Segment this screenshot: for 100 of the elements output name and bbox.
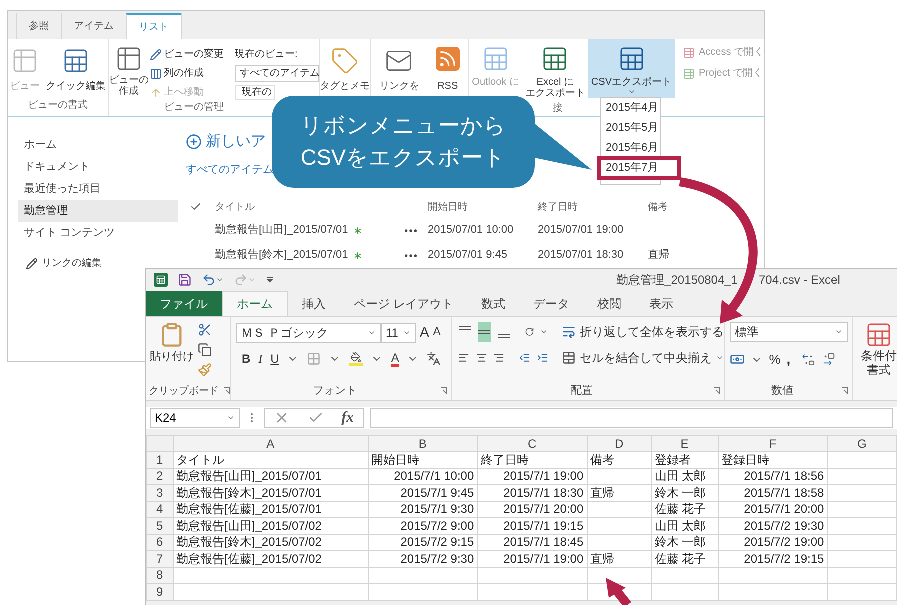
cell[interactable]: 備考 [587, 452, 652, 468]
ribbon-button[interactable]: タグとメモ [320, 47, 370, 94]
cell[interactable]: 勤怠報告[山田]_2015/07/01 [173, 468, 368, 484]
column-header[interactable]: F [718, 436, 828, 452]
column-header[interactable]: G [828, 436, 896, 452]
cell[interactable]: 勤怠報告[鈴木]_2015/07/01 [173, 484, 368, 501]
ribbon-tab[interactable]: 挿入 [288, 291, 340, 316]
edit-links-link[interactable]: リンクの編集 [18, 256, 102, 271]
menu-item[interactable]: 2015年6月 [601, 140, 660, 156]
cell[interactable]: 山田 太郎 [651, 518, 718, 534]
cell[interactable]: 2015/7/1 20:00 [718, 501, 828, 518]
cell[interactable]: 2015/7/2 9:30 [368, 550, 478, 567]
cell[interactable]: 終了日時 [478, 452, 588, 468]
orientation-icon[interactable] [524, 325, 534, 339]
align-right-icon[interactable] [493, 351, 505, 365]
font-name-field[interactable]: ＭＳ Ｐゴシック [236, 322, 381, 342]
decrease-decimal-icon[interactable] [822, 353, 837, 366]
caret-icon[interactable] [216, 276, 224, 284]
cell[interactable]: 2015/7/1 18:56 [718, 468, 828, 484]
cell[interactable]: 勤怠報告[佐藤]_2015/07/02 [173, 550, 368, 567]
percent-button[interactable]: % [769, 350, 781, 370]
cell[interactable]: 山田 太郎 [651, 468, 718, 484]
cell[interactable]: 佐藤 花子 [651, 501, 718, 518]
cell[interactable]: 2015/7/2 19:15 [718, 550, 828, 567]
ribbon-button[interactable]: ビューの変更 [150, 47, 232, 62]
decrease-indent-icon[interactable] [518, 351, 531, 365]
currency-icon[interactable] [730, 352, 746, 367]
cell[interactable]: 勤怠報告[山田]_2015/07/02 [173, 518, 368, 534]
row-header[interactable]: 3 [146, 484, 174, 501]
ribbon-tab[interactable]: ホーム [222, 291, 288, 316]
font-size-field[interactable]: 11 [381, 322, 416, 342]
column-header[interactable]: E [651, 436, 718, 452]
cell[interactable]: 2015/7/1 18:58 [718, 484, 828, 501]
ribbon-tab[interactable]: リスト [126, 13, 182, 39]
cell[interactable]: 2015/7/1 9:45 [368, 484, 478, 501]
cell[interactable]: 直帰 [587, 484, 652, 501]
cell[interactable]: 直帰 [587, 550, 652, 567]
nav-item[interactable]: 最近使った項目 [18, 178, 178, 200]
cell[interactable]: 登録日時 [718, 452, 828, 468]
row-header[interactable]: 1 [146, 452, 174, 468]
row-header[interactable]: 6 [146, 534, 174, 550]
phonetic-guide-icon[interactable] [427, 352, 442, 366]
align-button[interactable] [478, 322, 492, 342]
column-header[interactable]: A [173, 436, 368, 452]
underline-button[interactable]: U [270, 350, 280, 368]
cell[interactable]: 佐藤 花子 [651, 550, 718, 567]
ribbon-button[interactable]: ビューの 作成 [111, 45, 147, 97]
ribbon-tab[interactable]: 校閲 [583, 291, 636, 316]
paintbrush-icon[interactable] [198, 363, 212, 377]
align-center-icon[interactable] [476, 351, 488, 365]
ribbon-button[interactable]: RSS [436, 47, 460, 94]
menu-item[interactable]: 2015年4月 [601, 100, 660, 116]
number-format-field[interactable]: 標準 [730, 322, 848, 342]
view-navigation[interactable]: 現在の [235, 85, 275, 100]
ribbon-button[interactable]: Excel に エクスポート [522, 39, 588, 101]
copy-icon[interactable] [198, 343, 212, 357]
paste-button[interactable]: 貼り付け [150, 321, 194, 382]
undo-icon[interactable] [202, 273, 216, 287]
grow-font-button[interactable]: A [420, 322, 430, 343]
dialog-launcher-icon[interactable] [841, 387, 849, 395]
increase-decimal-icon[interactable] [800, 353, 816, 366]
ribbon-button[interactable]: 列の作成 [150, 66, 232, 81]
cell[interactable]: 2015/7/2 9:00 [368, 518, 478, 534]
ribbon-tab[interactable]: ファイル [146, 291, 222, 316]
cell[interactable]: 2015/7/2 9:15 [368, 534, 478, 550]
cell[interactable]: 鈴木 一郎 [651, 534, 718, 550]
row-header[interactable]: 7 [146, 550, 174, 567]
menu-item[interactable]: 2015年5月 [601, 120, 660, 136]
shrink-font-button[interactable]: A [433, 324, 441, 341]
formula-field[interactable] [370, 408, 893, 428]
dialog-launcher-icon[interactable] [440, 387, 448, 395]
cell[interactable]: 2015/7/1 19:00 [478, 468, 588, 484]
caret-icon[interactable] [835, 328, 844, 336]
view-link[interactable]: すべてのアイテム [186, 162, 274, 178]
row-header[interactable]: 5 [146, 518, 174, 534]
wrap-text-button[interactable]: 折り返して全体を表示する [562, 323, 724, 341]
cell[interactable]: 2015/7/1 19:00 [478, 550, 588, 567]
cell[interactable]: 2015/7/1 20:00 [478, 501, 588, 518]
cell[interactable]: 勤怠報告[鈴木]_2015/07/02 [173, 534, 368, 550]
nav-item[interactable]: サイト コンテンツ [18, 222, 178, 244]
nav-item[interactable]: ドキュメント [18, 156, 178, 178]
italic-button[interactable]: I [258, 350, 263, 368]
cell[interactable]: タイトル [173, 452, 368, 468]
cell[interactable]: 2015/7/1 19:15 [478, 518, 588, 534]
ribbon-button[interactable]: クイック編集 [44, 47, 108, 94]
name-box[interactable]: K24 [150, 408, 240, 428]
ribbon-tab[interactable]: データ [519, 291, 584, 316]
fill-color-icon[interactable] [349, 352, 364, 366]
row-header[interactable]: 2 [146, 468, 174, 484]
bold-button[interactable]: B [242, 350, 251, 368]
conditional-format-button[interactable]: 条件付 書式 [853, 317, 897, 400]
cell[interactable]: 開始日時 [368, 452, 478, 468]
cell[interactable]: 2015/7/2 19:30 [718, 518, 828, 534]
nav-item[interactable]: ホーム [18, 134, 178, 156]
align-left-icon[interactable] [458, 351, 470, 365]
cell[interactable]: 2015/7/1 18:45 [478, 534, 588, 550]
cell[interactable]: 2015/7/1 18:30 [478, 484, 588, 501]
scissors-icon[interactable] [198, 323, 212, 337]
cell[interactable]: 2015/7/1 10:00 [368, 468, 478, 484]
cell[interactable]: 2015/7/2 19:00 [718, 534, 828, 550]
